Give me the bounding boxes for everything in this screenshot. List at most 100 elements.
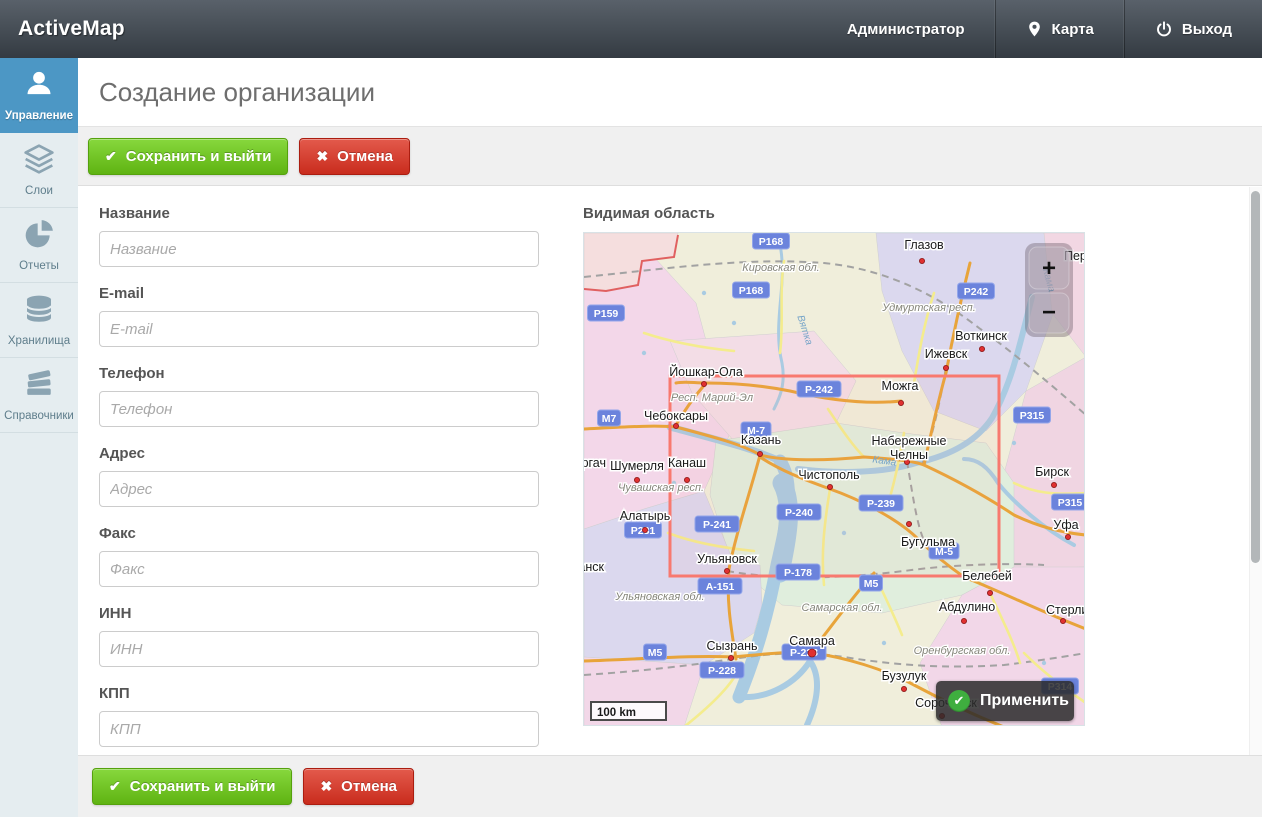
road-badge-label: P-240 [785,507,813,519]
road-badge-label: M5 [648,647,663,659]
field-input-3[interactable] [99,391,539,427]
sidebar-item-label: Хранилища [8,335,70,347]
sidebar-item-label: Слои [25,185,53,197]
content-scrollbar[interactable] [1249,187,1262,755]
scrollbar-thumb[interactable] [1251,191,1260,563]
city-dot [724,568,729,573]
field-input-7[interactable] [99,711,539,747]
road-badge-label: P315 [1020,410,1045,422]
header-logout-label: Выход [1182,21,1232,38]
city-label: Ульяновск [697,552,757,566]
check-icon: ✔ [109,778,121,795]
field-input-4[interactable] [99,471,539,507]
city-label: Ижевск [925,347,968,361]
city-dot [684,477,689,482]
title-band: Создание организации [78,58,1262,127]
city-label: Бирск [1035,465,1069,479]
cancel-button-label: Отмена [341,778,397,795]
map-scale-label: 100 km [597,707,636,719]
layers-icon [22,143,56,180]
cancel-button[interactable]: ✖ Отмена [299,138,410,175]
city-label: Чебоксары [644,409,708,423]
city-label: Сызрань [706,639,757,653]
pie-chart-icon [22,218,56,255]
user-icon [22,68,56,105]
map-region-label: Оренбургская обл. [914,645,1011,657]
city-dot [634,477,639,482]
header-logout[interactable]: Выход [1124,0,1262,58]
check-icon: ✔ [105,148,117,165]
road-badge-label: P-178 [784,567,812,579]
map-region-label: Самарская обл. [801,602,882,614]
city-label: Абдулино [939,600,995,614]
app-logo: ActiveMap [0,17,125,41]
city-dot [701,381,706,386]
city-dot [673,423,678,428]
power-icon [1155,20,1173,39]
header-menu: Администратор Карта Выход [817,0,1262,58]
field-label: ИНН [99,605,539,622]
save-button[interactable]: ✔ Сохранить и выйти [88,138,288,175]
field-label: E-mail [99,285,539,302]
header-map-link[interactable]: Карта [995,0,1124,58]
city-label: Алатырь [620,509,670,523]
sidebar-item-5[interactable]: Справочники [0,358,78,433]
city-label: Йошкар-Ола [669,364,743,379]
toolbar-top: ✔ Сохранить и выйти ✖ Отмена [78,127,1262,186]
city-dot [728,655,733,660]
sidebar-item-3[interactable]: Отчеты [0,208,78,283]
field-2: E-mail [99,285,539,347]
header-user-label: Администратор [847,21,965,38]
city-label: Воткинск [955,329,1007,343]
map-region-label: Чувашская респ. [618,482,704,494]
save-button-bottom[interactable]: ✔ Сохранить и выйти [92,768,292,805]
field-input-1[interactable] [99,231,539,267]
city-label: Сергач [584,456,606,470]
apply-check-icon: ✔ [948,690,970,712]
books-icon [22,368,56,405]
city-dot [919,258,924,263]
field-3: Телефон [99,365,539,427]
road-badge-label: P159 [594,308,619,320]
sidebar-item-2[interactable]: Слои [0,133,78,208]
city-dot [898,400,903,405]
sidebar-item-label: Отчеты [19,260,59,272]
field-label: Адрес [99,445,539,462]
map-panel: Видимая область Кировская обл.Удмуртская… [583,205,1085,726]
city-dot [808,649,816,657]
city-label: Челны [890,448,928,462]
road-badge-label: M7 [602,413,617,425]
toolbar-bottom: ✔ Сохранить и выйти ✖ Отмена [78,755,1262,817]
form-content: НазваниеE-mailТелефонАдресФаксИННКПП Вид… [78,187,1262,755]
road-badge-label: P-228 [708,665,736,677]
sidebar-item-4[interactable]: Хранилища [0,283,78,358]
field-label: КПП [99,685,539,702]
sidebar: Управление Слои Отчеты Хранилища Справочники [0,58,78,817]
road-badge-label: A-151 [706,581,735,593]
road-badge-label: M5 [864,578,879,590]
field-input-2[interactable] [99,311,539,347]
sidebar-item-1[interactable]: Управление [0,58,78,133]
city-label: Стерлитамак [1046,603,1085,617]
city-label: Казань [741,433,781,447]
page-title: Создание организации [78,77,375,108]
city-dot [961,618,966,623]
header-map-label: Карта [1052,21,1094,38]
apply-button[interactable]: ✔ Применить [936,681,1074,721]
field-label: Факс [99,525,539,542]
map-canvas: Кировская обл.Удмуртская респ.Респ. Мари… [584,233,1085,726]
cancel-button-bottom[interactable]: ✖ Отмена [303,768,414,805]
city-dot [979,346,984,351]
road-badge-label: P242 [964,286,989,298]
organization-form: НазваниеE-mailТелефонАдресФаксИННКПП [99,205,539,755]
visible-area-map[interactable]: Кировская обл.Удмуртская респ.Респ. Мари… [583,232,1085,726]
header-user[interactable]: Администратор [817,0,995,58]
field-input-5[interactable] [99,551,539,587]
city-dot [901,686,906,691]
road-badge-label: P168 [759,236,784,248]
save-button-label: Сохранить и выйти [130,778,276,795]
x-icon: ✖ [320,778,332,795]
field-input-6[interactable] [99,631,539,667]
field-label: Телефон [99,365,539,382]
city-dot [987,590,992,595]
